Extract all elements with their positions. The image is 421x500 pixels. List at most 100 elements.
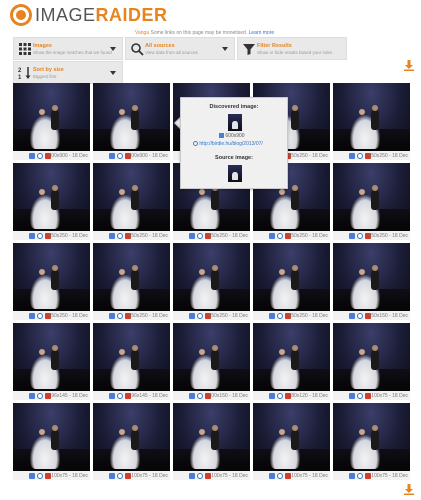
web-icon[interactable] [117,392,123,399]
web-icon[interactable] [197,232,203,239]
pinterest-icon[interactable] [125,472,131,479]
web-icon[interactable] [37,472,43,479]
result-tile[interactable]: 250x250 - 18 Dec [13,163,90,240]
web-icon[interactable] [197,312,203,319]
result-tile[interactable]: 250x250 - 18 Dec [253,243,330,320]
result-thumbnail[interactable] [13,163,90,231]
result-thumbnail[interactable] [173,243,250,311]
result-thumbnail[interactable] [13,83,90,151]
web-icon[interactable] [277,312,283,319]
result-tile[interactable]: 150x150 - 18 Dec [333,243,410,320]
pinterest-icon[interactable] [45,472,51,479]
pinterest-icon[interactable] [365,472,371,479]
result-thumbnail[interactable] [333,83,410,151]
web-icon[interactable] [357,392,363,399]
web-icon[interactable] [117,232,123,239]
discovered-url-link[interactable]: http://birdie.hu/blog/2013/07/ [199,141,262,147]
result-thumbnail[interactable] [253,403,330,471]
result-thumbnail[interactable] [333,323,410,391]
result-tile[interactable]: 100x75 - 18 Dec [13,403,90,480]
result-tile[interactable]: 100x150 - 18 Dec [173,323,250,400]
google-icon[interactable] [109,472,115,479]
result-tile[interactable]: 96x145 - 18 Dec [13,323,90,400]
web-icon[interactable] [37,312,43,319]
learn-more-link[interactable]: Learn more [249,30,275,36]
result-tile[interactable]: 80x120 - 18 Dec [253,323,330,400]
sort-dropdown[interactable]: 2 1 Sort by size Biggest first [13,61,123,84]
result-thumbnail[interactable] [93,83,170,151]
result-tile[interactable]: 100x75 - 18 Dec [173,403,250,480]
web-icon[interactable] [277,392,283,399]
result-thumbnail[interactable] [93,403,170,471]
web-icon[interactable] [37,152,43,159]
result-thumbnail[interactable] [333,243,410,311]
web-icon[interactable] [357,312,363,319]
web-icon[interactable] [117,152,123,159]
result-tile[interactable]: 600x900 - 18 Dec [93,83,170,160]
google-icon[interactable] [189,472,195,479]
result-tile[interactable]: 600x900 - 18 Dec [13,83,90,160]
result-tile[interactable]: 250x250 - 18 Dec [333,83,410,160]
pinterest-icon[interactable] [125,392,131,399]
result-thumbnail[interactable] [13,403,90,471]
google-icon[interactable] [349,312,355,319]
result-thumbnail[interactable] [173,403,250,471]
download-icon[interactable] [403,59,415,71]
pinterest-icon[interactable] [205,472,211,479]
result-thumbnail[interactable] [13,323,90,391]
result-thumbnail[interactable] [253,243,330,311]
result-thumbnail[interactable] [13,243,90,311]
google-icon[interactable] [109,152,115,159]
web-icon[interactable] [117,472,123,479]
result-tile[interactable]: 96x145 - 18 Dec [93,323,170,400]
result-tile[interactable]: 250x250 - 18 Dec [93,243,170,320]
web-icon[interactable] [357,472,363,479]
result-thumbnail[interactable] [173,323,250,391]
google-icon[interactable] [189,392,195,399]
web-icon[interactable] [357,152,363,159]
result-tile[interactable]: 250x250 - 18 Dec [13,243,90,320]
google-icon[interactable] [29,152,35,159]
google-icon[interactable] [349,392,355,399]
result-tile[interactable]: 250x250 - 18 Dec [173,243,250,320]
google-icon[interactable] [29,312,35,319]
google-icon[interactable] [269,232,275,239]
pinterest-icon[interactable] [285,472,291,479]
result-thumbnail[interactable] [333,163,410,231]
web-icon[interactable] [117,312,123,319]
result-tile[interactable]: 100x75 - 18 Dec [253,403,330,480]
result-thumbnail[interactable] [253,323,330,391]
google-icon[interactable] [109,392,115,399]
google-icon[interactable] [269,392,275,399]
result-tile[interactable]: 250x250 - 18 Dec [333,163,410,240]
google-icon[interactable] [189,232,195,239]
pinterest-icon[interactable] [285,392,291,399]
web-icon[interactable] [357,232,363,239]
result-thumbnail[interactable] [93,163,170,231]
google-icon[interactable] [109,232,115,239]
pinterest-icon[interactable] [45,392,51,399]
result-thumbnail[interactable] [333,403,410,471]
google-icon[interactable] [29,232,35,239]
source-thumbnail[interactable] [228,165,242,182]
pinterest-icon[interactable] [365,392,371,399]
google-icon[interactable] [349,152,355,159]
result-thumbnail[interactable] [93,323,170,391]
google-icon[interactable] [349,472,355,479]
web-icon[interactable] [277,472,283,479]
google-icon[interactable] [189,312,195,319]
result-tile[interactable]: 250x250 - 18 Dec [93,163,170,240]
logo[interactable]: IMAGE RAIDER [10,2,168,28]
discovered-thumbnail[interactable] [228,114,242,131]
web-icon[interactable] [37,232,43,239]
google-icon[interactable] [269,312,275,319]
google-icon[interactable] [29,392,35,399]
google-icon[interactable] [29,472,35,479]
result-tile[interactable]: 100x75 - 18 Dec [93,403,170,480]
download-icon[interactable] [403,483,415,495]
google-icon[interactable] [109,312,115,319]
sources-dropdown[interactable]: All sources View data from all sources [125,37,235,60]
result-tile[interactable]: 100x75 - 18 Dec [333,403,410,480]
result-thumbnail[interactable] [93,243,170,311]
google-icon[interactable] [349,232,355,239]
